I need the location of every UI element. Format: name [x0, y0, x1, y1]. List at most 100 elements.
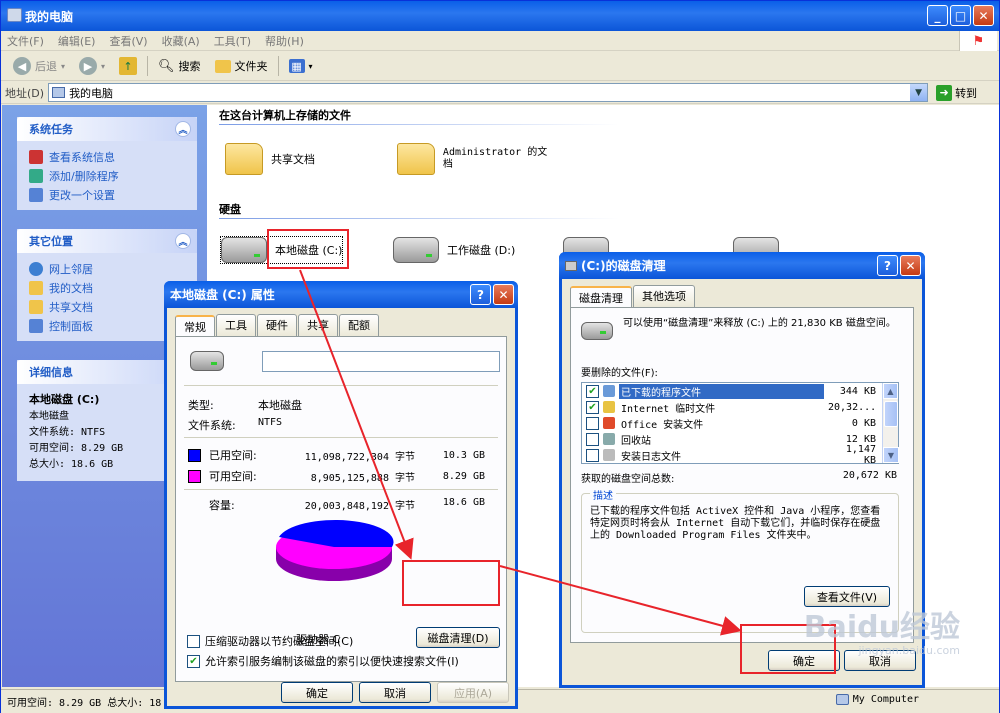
chevron-down-icon: ▾: [308, 61, 313, 71]
maximize-button[interactable]: □: [950, 5, 971, 26]
cleanup-tabs: 磁盘清理 其他选项: [562, 279, 922, 308]
task-add-remove-programs[interactable]: 添加/删除程序: [29, 166, 197, 185]
free-space-swatch: [188, 469, 201, 483]
general-tab-panel: 类型: 本地磁盘 文件系统: NTFS 已用空间: 11,098,722,304…: [175, 336, 507, 682]
go-button[interactable]: ➜ 转到: [936, 84, 977, 101]
scroll-down-icon[interactable]: ▼: [883, 447, 899, 463]
file-checkbox[interactable]: [586, 432, 599, 446]
address-bar: 地址(D) 我的电脑 ▼ ➜ 转到: [1, 82, 999, 104]
compress-checkbox-row[interactable]: 压缩驱动器以节约磁盘空间(C): [187, 633, 353, 649]
compress-checkbox[interactable]: [187, 634, 200, 648]
menu-file[interactable]: 文件(F): [7, 33, 44, 49]
free-space-bytes: 8,905,125,888 字节: [310, 472, 415, 484]
task-view-system-info[interactable]: 查看系统信息: [29, 147, 197, 166]
cancel-button[interactable]: 取消: [359, 682, 431, 703]
capacity-label: 容量:: [209, 499, 235, 512]
tab-quota[interactable]: 配额: [339, 314, 379, 336]
help-button[interactable]: ?: [877, 255, 898, 276]
system-info-icon: [29, 149, 43, 164]
used-space-gb: 10.3 GB: [442, 449, 485, 461]
list-item[interactable]: ✔ 已下载的程序文件 344 KB: [582, 383, 898, 399]
menu-view[interactable]: 查看(V): [109, 33, 147, 49]
cleanup-titlebar[interactable]: (C:)的磁盘清理 ? ✕: [559, 252, 925, 279]
close-button[interactable]: ✕: [493, 284, 514, 305]
ok-button[interactable]: 确定: [281, 682, 353, 703]
views-icon: ▦: [288, 59, 305, 73]
index-checkbox[interactable]: ✔: [187, 654, 200, 668]
back-button[interactable]: ◀ 后退 ▾: [9, 55, 69, 77]
drive-d-item[interactable]: 工作磁盘 (D:): [393, 237, 515, 263]
baidu-watermark: Baidu经验 jingyan.baidu.com: [803, 610, 960, 657]
system-tasks-header[interactable]: 系统任务 ︽: [17, 117, 197, 141]
list-scrollbar[interactable]: ▲ ▼: [882, 383, 899, 463]
description-text: 已下载的程序文件包括 ActiveX 控件和 Java 小程序，您查看特定网页时…: [590, 506, 881, 541]
free-space-gb: 8.29 GB: [442, 470, 485, 482]
used-space-bytes: 11,098,722,304 字节: [304, 451, 415, 463]
minimize-button[interactable]: _: [927, 5, 948, 26]
views-button[interactable]: ▦ ▾: [285, 57, 317, 75]
shared-documents-item[interactable]: 共享文档: [225, 143, 315, 175]
collapse-icon[interactable]: ︽: [175, 233, 191, 249]
system-tasks-panel: 系统任务 ︽ 查看系统信息 添加/删除程序 更改一个设置: [17, 117, 197, 210]
apply-button[interactable]: 应用(A): [437, 682, 509, 703]
admin-documents-item[interactable]: Administrator 的文档: [397, 143, 557, 175]
tab-general[interactable]: 常规: [175, 315, 215, 337]
properties-titlebar[interactable]: 本地磁盘 (C:) 属性 ? ✕: [164, 281, 518, 308]
address-dropdown-button[interactable]: ▼: [910, 84, 928, 101]
tab-disk-cleanup[interactable]: 磁盘清理: [570, 286, 632, 308]
capacity-gb: 18.6 GB: [442, 497, 485, 508]
windows-logo-icon: ⚑: [959, 31, 997, 51]
address-input[interactable]: 我的电脑 ▼: [48, 83, 929, 102]
tab-hardware[interactable]: 硬件: [257, 314, 297, 336]
menu-edit[interactable]: 编辑(E): [58, 33, 96, 49]
list-item[interactable]: 安装日志文件 1,147 KB: [582, 444, 898, 466]
file-checkbox[interactable]: ✔: [586, 384, 599, 398]
up-folder-button[interactable]: ↑: [115, 55, 141, 77]
close-button[interactable]: ✕: [973, 5, 994, 26]
divider: [184, 385, 498, 386]
highlight-drive-c: [267, 229, 349, 269]
disk-cleanup-button[interactable]: 磁盘清理(D): [416, 627, 500, 648]
free-space-label: 可用空间:: [209, 470, 257, 483]
properties-dialog: 本地磁盘 (C:) 属性 ? ✕ 常规 工具 硬件 共享 配额 类型: 本地磁盘…: [164, 281, 518, 709]
list-item[interactable]: Office 安装文件 0 KB: [582, 415, 898, 431]
files-section-title: 在这台计算机上存储的文件: [219, 109, 351, 122]
tab-sharing[interactable]: 共享: [298, 314, 338, 336]
tab-tools[interactable]: 工具: [216, 314, 256, 336]
folder-icon: [225, 143, 263, 175]
menu-tools[interactable]: 工具(T): [214, 33, 251, 49]
hard-drive-icon: [190, 351, 224, 371]
other-places-header[interactable]: 其它位置 ︽: [17, 229, 197, 253]
scroll-thumb[interactable]: [884, 401, 898, 427]
help-button[interactable]: ?: [470, 284, 491, 305]
cleanup-tab-panel: 可以使用“磁盘清理”来释放 (C:) 上的 21,830 KB 磁盘空间。 要删…: [570, 307, 914, 643]
detail-name: 本地磁盘 (C:): [29, 393, 100, 406]
task-change-setting[interactable]: 更改一个设置: [29, 185, 197, 204]
description-label: 描述: [590, 487, 616, 502]
folders-button[interactable]: 文件夹: [211, 56, 272, 76]
type-label: 类型:: [188, 399, 214, 412]
collapse-icon[interactable]: ︽: [175, 121, 191, 137]
file-checkbox[interactable]: [586, 416, 599, 430]
tab-more-options[interactable]: 其他选项: [633, 285, 695, 307]
section-divider: [219, 124, 619, 125]
scroll-up-icon[interactable]: ▲: [883, 383, 898, 399]
file-checkbox[interactable]: ✔: [586, 400, 599, 414]
window-title: 我的电脑: [25, 9, 74, 24]
recycle-bin-icon: [603, 433, 615, 445]
search-button[interactable]: 🔍︎ 搜索: [154, 56, 205, 76]
list-item[interactable]: ✔ Internet 临时文件 20,32...: [582, 399, 898, 415]
volume-label-input[interactable]: [262, 351, 500, 372]
add-remove-programs-icon: [29, 168, 43, 183]
place-network[interactable]: 网上邻居: [29, 259, 197, 278]
index-checkbox-row[interactable]: ✔ 允许索引服务编制该磁盘的索引以便快速搜索文件(I): [187, 653, 459, 669]
computer-icon: [835, 694, 849, 705]
file-checkbox[interactable]: [586, 448, 599, 462]
forward-arrow-icon: ▶: [79, 57, 98, 75]
close-button[interactable]: ✕: [900, 255, 921, 276]
explorer-titlebar[interactable]: 我的电脑 _ □ ✕: [1, 1, 999, 31]
highlight-cleanup-button: [402, 560, 500, 606]
menu-help[interactable]: 帮助(H): [265, 33, 304, 49]
forward-button[interactable]: ▶ ▾: [75, 55, 109, 77]
menu-favorites[interactable]: 收藏(A): [162, 33, 200, 49]
